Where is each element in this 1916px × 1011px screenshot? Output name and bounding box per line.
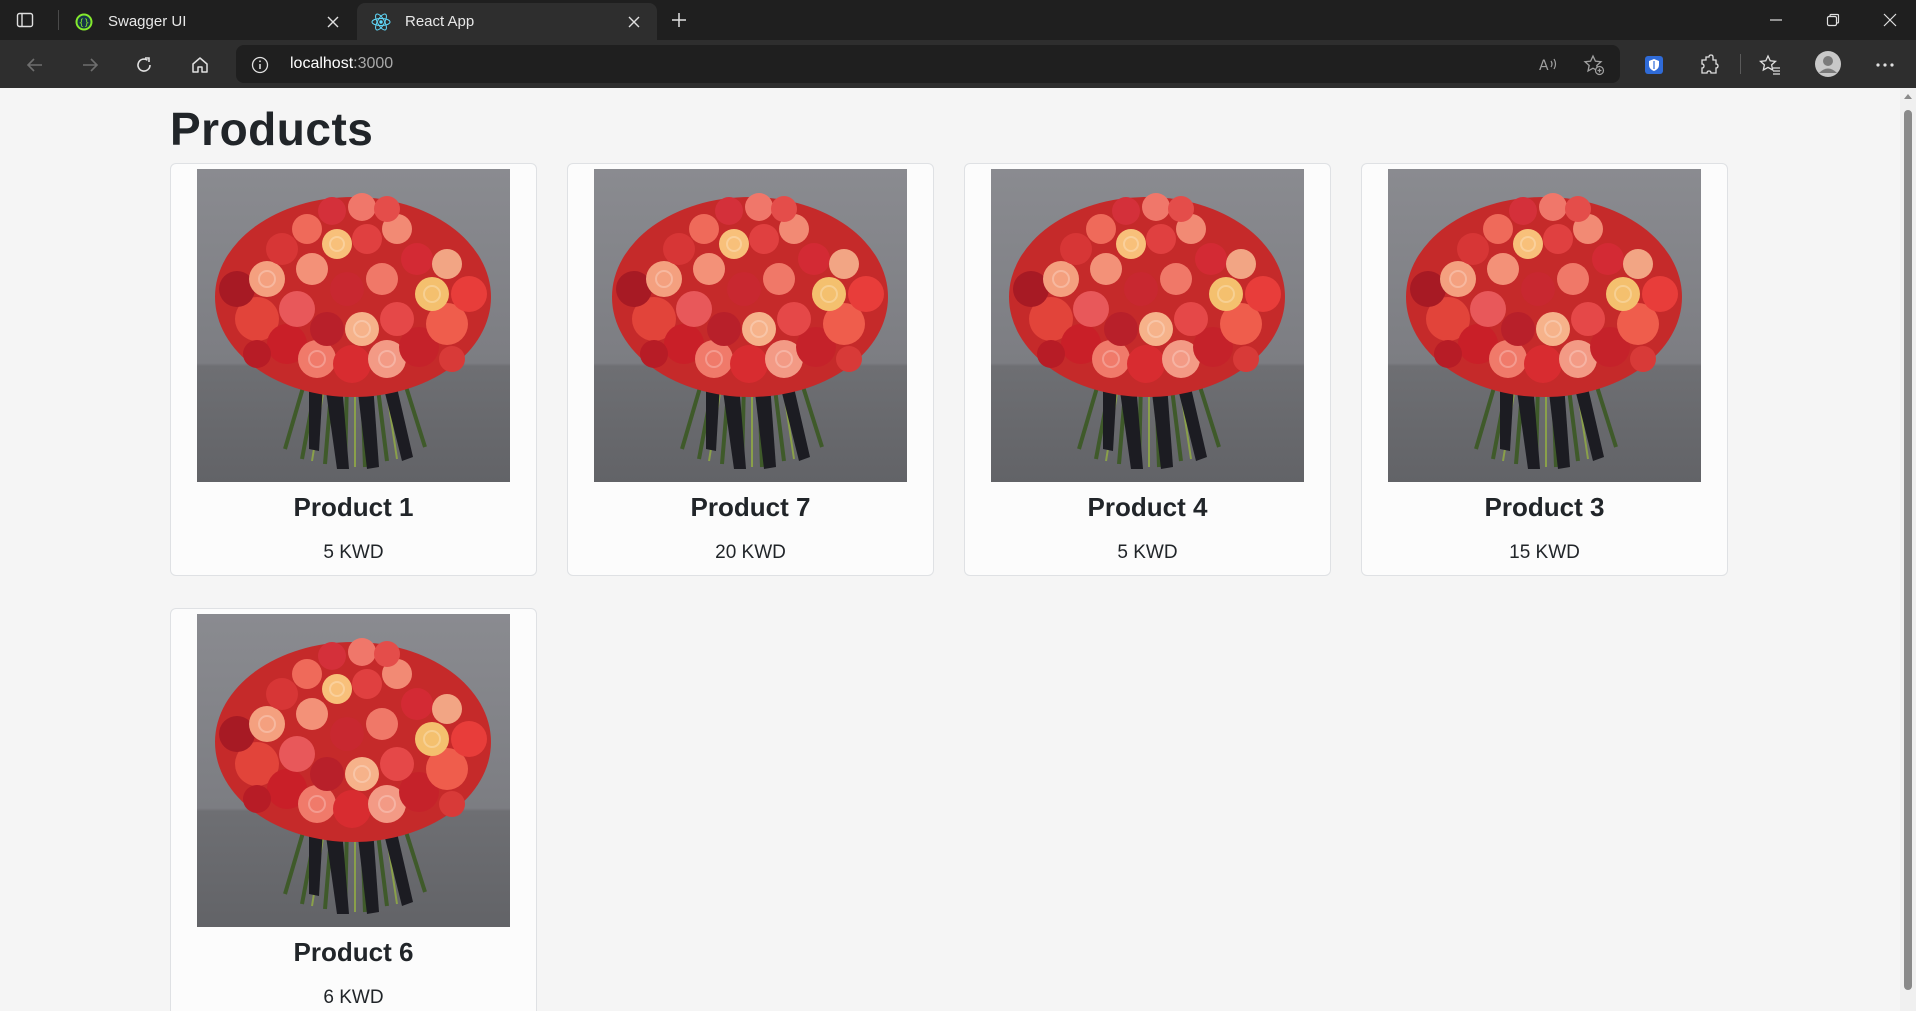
favorites-icon[interactable] (1757, 52, 1783, 78)
swagger-icon: {} (74, 12, 94, 32)
product-price: 6 KWD (323, 987, 384, 1008)
add-favorite-icon[interactable] (1583, 54, 1605, 76)
product-image[interactable] (1388, 169, 1701, 482)
address-bar[interactable]: localhost:3000 A (236, 45, 1620, 83)
more-options-icon[interactable] (1872, 52, 1898, 78)
product-card[interactable]: Product 7 20 KWD (567, 163, 934, 576)
page-scrollbar[interactable] (1900, 88, 1916, 1011)
extensions-icon[interactable] (1696, 52, 1722, 78)
minimize-icon[interactable] (1764, 8, 1788, 32)
product-price: 20 KWD (715, 542, 786, 563)
product-image[interactable] (197, 169, 510, 482)
url-host: localhost (290, 55, 354, 72)
new-tab-icon[interactable] (668, 9, 690, 31)
close-tab-icon[interactable] (324, 13, 342, 31)
product-price: 5 KWD (1117, 542, 1178, 563)
restore-icon[interactable] (1821, 8, 1845, 32)
product-grid: Product 1 5 KWD Product 7 20 KWD Product… (170, 163, 1730, 1011)
url-text[interactable]: localhost:3000 (290, 55, 393, 73)
back-arrow-icon[interactable] (22, 52, 48, 78)
product-image[interactable] (991, 169, 1304, 482)
product-price: 15 KWD (1509, 542, 1580, 563)
product-name: Product 7 (690, 492, 811, 522)
svg-text:A: A (1539, 58, 1549, 74)
product-card[interactable]: Product 3 15 KWD (1361, 163, 1728, 576)
profile-avatar-icon[interactable] (1814, 50, 1842, 78)
page-viewport: Products Product 1 5 KWD Product 7 20 KW… (0, 88, 1900, 1011)
tab-actions-icon[interactable] (14, 9, 36, 31)
tab-swagger-ui[interactable]: {} Swagger UI (60, 3, 356, 40)
toolbar-divider (1740, 54, 1741, 74)
product-card[interactable]: Product 4 5 KWD (964, 163, 1331, 576)
product-image[interactable] (197, 614, 510, 927)
browser-toolbar: localhost:3000 A (0, 40, 1916, 88)
close-window-icon[interactable] (1878, 8, 1902, 32)
product-image[interactable] (594, 169, 907, 482)
forward-arrow-icon[interactable] (77, 52, 103, 78)
close-tab-icon[interactable] (625, 13, 643, 31)
product-card[interactable]: Product 1 5 KWD (170, 163, 537, 576)
tab-react-app[interactable]: React App (357, 3, 657, 40)
product-name: Product 3 (1484, 492, 1605, 522)
browser-tab-bar: {} Swagger UI React App (0, 0, 1916, 40)
product-card[interactable]: Product 6 6 KWD (170, 608, 537, 1011)
product-name: Product 1 (293, 492, 414, 522)
url-port: :3000 (353, 55, 394, 72)
home-icon[interactable] (187, 52, 213, 78)
shield-extension-icon[interactable] (1641, 52, 1667, 78)
read-aloud-icon[interactable]: A (1538, 54, 1560, 76)
product-price: 5 KWD (323, 542, 384, 563)
product-name: Product 4 (1087, 492, 1208, 522)
scrollbar-thumb[interactable] (1904, 110, 1912, 990)
product-name: Product 6 (293, 937, 414, 967)
tab-separator (58, 10, 59, 30)
react-icon (371, 12, 391, 32)
site-info-icon[interactable] (250, 55, 270, 75)
tab-title: Swagger UI (108, 13, 187, 30)
page-title: Products (170, 103, 374, 155)
svg-text:{}: {} (79, 18, 90, 28)
scroll-up-arrow-icon[interactable] (1904, 94, 1912, 99)
tab-title: React App (405, 13, 475, 30)
refresh-icon[interactable] (131, 52, 157, 78)
